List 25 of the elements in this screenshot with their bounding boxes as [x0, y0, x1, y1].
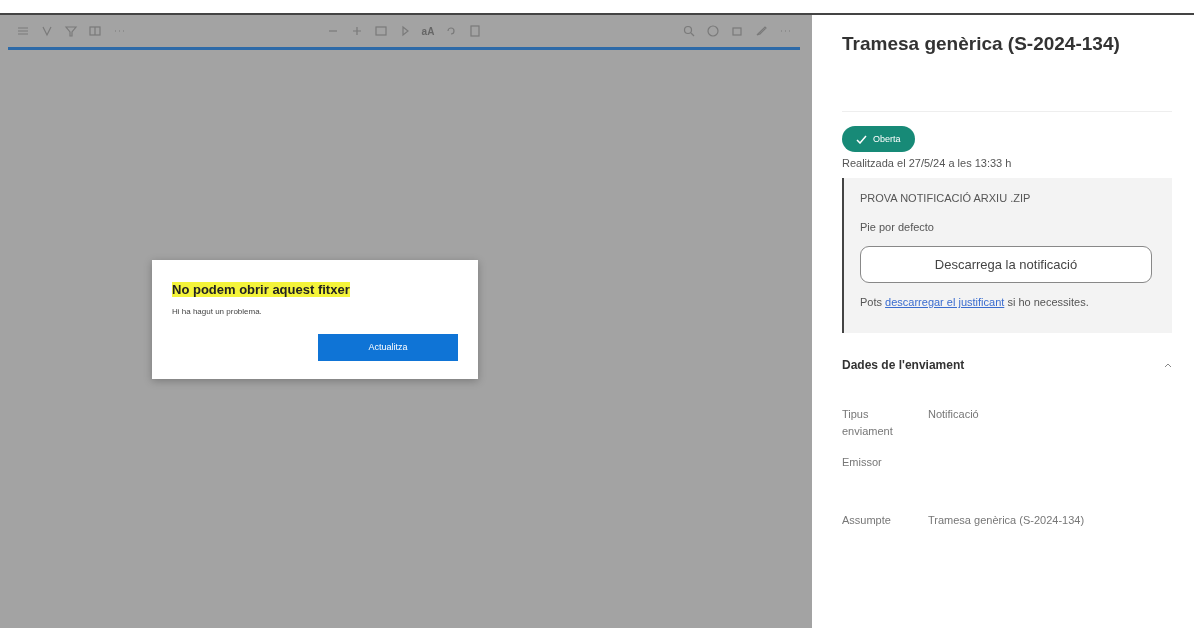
field-label: Tipus enviament	[842, 406, 894, 439]
notification-footer: Pie por defecto	[860, 221, 1152, 233]
fit-page-icon[interactable]	[373, 24, 388, 38]
field-label: Emissor	[842, 454, 883, 470]
field-label: Assumpte	[842, 512, 892, 528]
field-value: Notificació	[928, 406, 980, 422]
receipt-note: Pots descarregar el justificant si ho necessites.	[860, 295, 1090, 310]
edit-icon[interactable]	[754, 24, 768, 38]
dialog-message: Hi ha hagut un problema.	[172, 306, 263, 316]
refresh-button[interactable]: Actualitza	[318, 333, 458, 361]
panel-title: Tramesa genèrica (S-2024-134)	[842, 33, 1121, 55]
dialog-title: No podem obrir aquest fitxer	[172, 281, 350, 297]
section-title: Dades de l'enviament	[842, 357, 965, 372]
book-icon[interactable]	[88, 24, 102, 38]
search-icon[interactable]	[682, 24, 696, 38]
check-icon	[856, 134, 867, 144]
download-button[interactable]: Descarrega la notificació	[860, 246, 1152, 283]
receipt-link[interactable]: descarregar el justificant	[885, 296, 1005, 308]
field-value: Tramesa genèrica (S-2024-134)	[928, 512, 1086, 528]
caret-icon[interactable]	[1164, 361, 1172, 368]
filter-icon[interactable]	[64, 24, 78, 38]
page-icon[interactable]	[468, 24, 483, 38]
status-label: Oberta	[873, 134, 901, 144]
submission-date: Realitzada el 27/5/24 a les 13:33 h	[842, 157, 1013, 169]
notification-name: PROVA NOTIFICACIÓ ARXIU .ZIP	[860, 192, 1032, 204]
